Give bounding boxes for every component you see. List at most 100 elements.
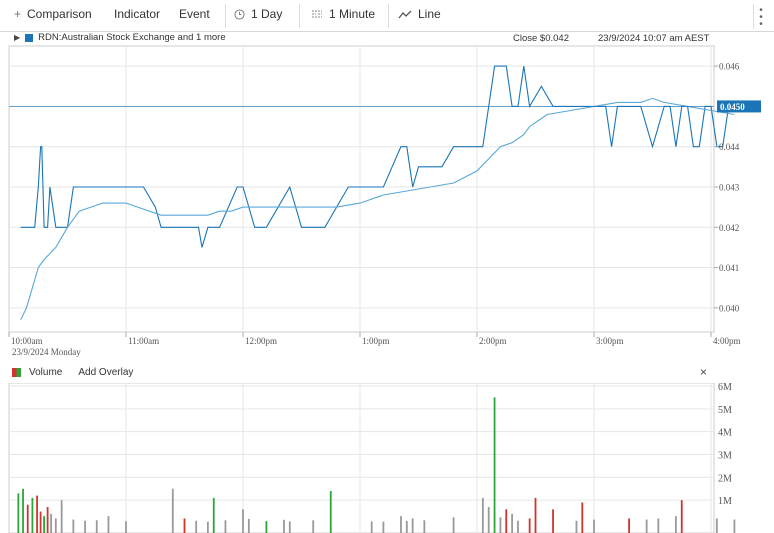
volume-bar	[72, 519, 75, 533]
time-axis: 10:00am 11:00am 12:00pm 1:00pm 2:00pm 3:00pm 4…	[8, 332, 741, 357]
volume-bar	[400, 516, 402, 533]
volume-chart[interactable]: 6M 5M 4M 3M 2M 1M	[0, 383, 774, 533]
volume-bar	[487, 507, 490, 533]
close-icon[interactable]: ×	[700, 365, 707, 379]
time-tick-label: 2:00pm	[479, 336, 507, 346]
volume-bar	[36, 495, 38, 533]
volume-bar	[247, 518, 250, 533]
volume-bar	[382, 521, 385, 533]
add-overlay-button[interactable]: Add Overlay	[78, 367, 133, 378]
volume-bar	[411, 518, 414, 533]
volume-bar	[511, 513, 513, 533]
volume-bar	[207, 521, 209, 533]
volume-bar	[657, 518, 660, 533]
interval-button[interactable]: 1 Minute	[311, 7, 375, 21]
price-tick-label: 0.044	[719, 142, 740, 152]
volume-bar	[46, 507, 49, 533]
clock-icon	[234, 8, 245, 20]
current-price-label: 0.0450	[720, 102, 745, 112]
volume-bar	[283, 519, 285, 533]
vertical-dots-icon[interactable]: • • •	[753, 4, 768, 30]
plot-frame	[8, 45, 715, 333]
volume-bar	[405, 520, 408, 533]
volume-tick-label: 4M	[718, 428, 732, 439]
volume-tick-label: 2M	[718, 473, 732, 484]
volume-bar	[733, 519, 736, 533]
volume-bar	[680, 500, 683, 533]
period-button[interactable]: 1 Day	[234, 7, 282, 21]
expand-triangle-icon[interactable]: ▶	[14, 33, 20, 42]
price-tick-label: 0.046	[719, 62, 740, 72]
volume-color-swatch	[12, 368, 21, 377]
toolbar-divider	[225, 4, 226, 28]
date-label: 23/9/2024 Monday	[12, 347, 81, 357]
volume-bar	[265, 521, 268, 533]
volume-header: Volume Add Overlay	[12, 367, 133, 378]
period-label: 1 Day	[251, 7, 283, 21]
candle-interval-icon	[312, 10, 322, 18]
volume-bar	[17, 493, 20, 533]
chart-type-button[interactable]: Line	[398, 7, 441, 21]
comparison-button[interactable]: + Comparison	[14, 7, 92, 21]
time-tick-label: 4:00pm	[713, 336, 741, 346]
volume-bar	[329, 491, 332, 533]
toolbar-divider	[299, 4, 300, 28]
volume-bar	[60, 500, 63, 533]
volume-bar	[31, 497, 34, 533]
volume-bar	[288, 521, 291, 533]
volume-bar	[452, 517, 455, 533]
time-tick-label: 11:00am	[128, 336, 159, 346]
volume-bar	[95, 520, 98, 533]
price-chart[interactable]: 0.046 0.044 0.043 0.042 0.041 0.040 0.0450 10:…	[0, 45, 774, 365]
volume-bar	[534, 497, 537, 533]
volume-bar	[370, 521, 373, 533]
series-legend[interactable]: ▶ RDN:Australian Stock Exchange and 1 mo…	[14, 32, 226, 43]
volume-bar	[645, 519, 648, 533]
volume-tick-label: 5M	[718, 405, 732, 416]
time-tick-label: 12:00pm	[245, 336, 277, 346]
price-grid	[8, 45, 715, 333]
price-tick-label: 0.040	[719, 303, 740, 313]
volume-bar	[593, 519, 595, 533]
toolbar-divider	[388, 4, 389, 28]
volume-grid	[8, 383, 715, 533]
price-tick-label: 0.043	[719, 182, 740, 192]
close-datetime: 23/9/2024 10:07 am AEST	[598, 33, 710, 44]
volume-bar	[125, 521, 127, 533]
volume-bar	[481, 497, 484, 533]
volume-bar	[107, 516, 110, 533]
volume-bar	[54, 518, 57, 533]
volume-bar	[50, 513, 53, 533]
volume-bar	[552, 509, 554, 533]
volume-bar	[43, 516, 45, 533]
chart-toolbar: + Comparison Indicator Event 1 Day 1 Min…	[0, 0, 774, 32]
volume-bar	[715, 518, 718, 533]
line-chart-icon	[398, 10, 412, 18]
chart-type-label: Line	[418, 7, 441, 21]
volume-bar	[171, 488, 174, 533]
volume-bar	[212, 497, 215, 533]
time-tick-label: 10:00am	[11, 336, 43, 346]
volume-tick-label: 1M	[718, 496, 732, 507]
volume-bar	[628, 518, 630, 533]
close-price: Close $0.042	[513, 33, 569, 44]
volume-bar	[581, 502, 584, 533]
event-button[interactable]: Event	[179, 7, 210, 21]
indicator-label: Indicator	[114, 7, 161, 21]
volume-title: Volume	[29, 367, 63, 378]
event-label: Event	[179, 7, 210, 21]
volume-bar	[195, 520, 198, 533]
series-color-swatch	[25, 33, 34, 42]
time-tick-label: 3:00pm	[596, 336, 624, 346]
volume-bar	[423, 520, 426, 533]
interval-label: 1 Minute	[329, 7, 376, 21]
indicator-button[interactable]: Indicator	[114, 7, 160, 21]
volume-bar	[22, 488, 24, 533]
volume-tick-label: 6M	[718, 383, 732, 393]
volume-tick-label: 3M	[718, 451, 732, 462]
volume-axis: 6M 5M 4M 3M 2M 1M	[718, 383, 732, 507]
time-tick-label: 1:00pm	[362, 336, 390, 346]
volume-bar	[675, 516, 677, 533]
volume-bar	[528, 518, 531, 533]
volume-bar	[26, 504, 29, 533]
